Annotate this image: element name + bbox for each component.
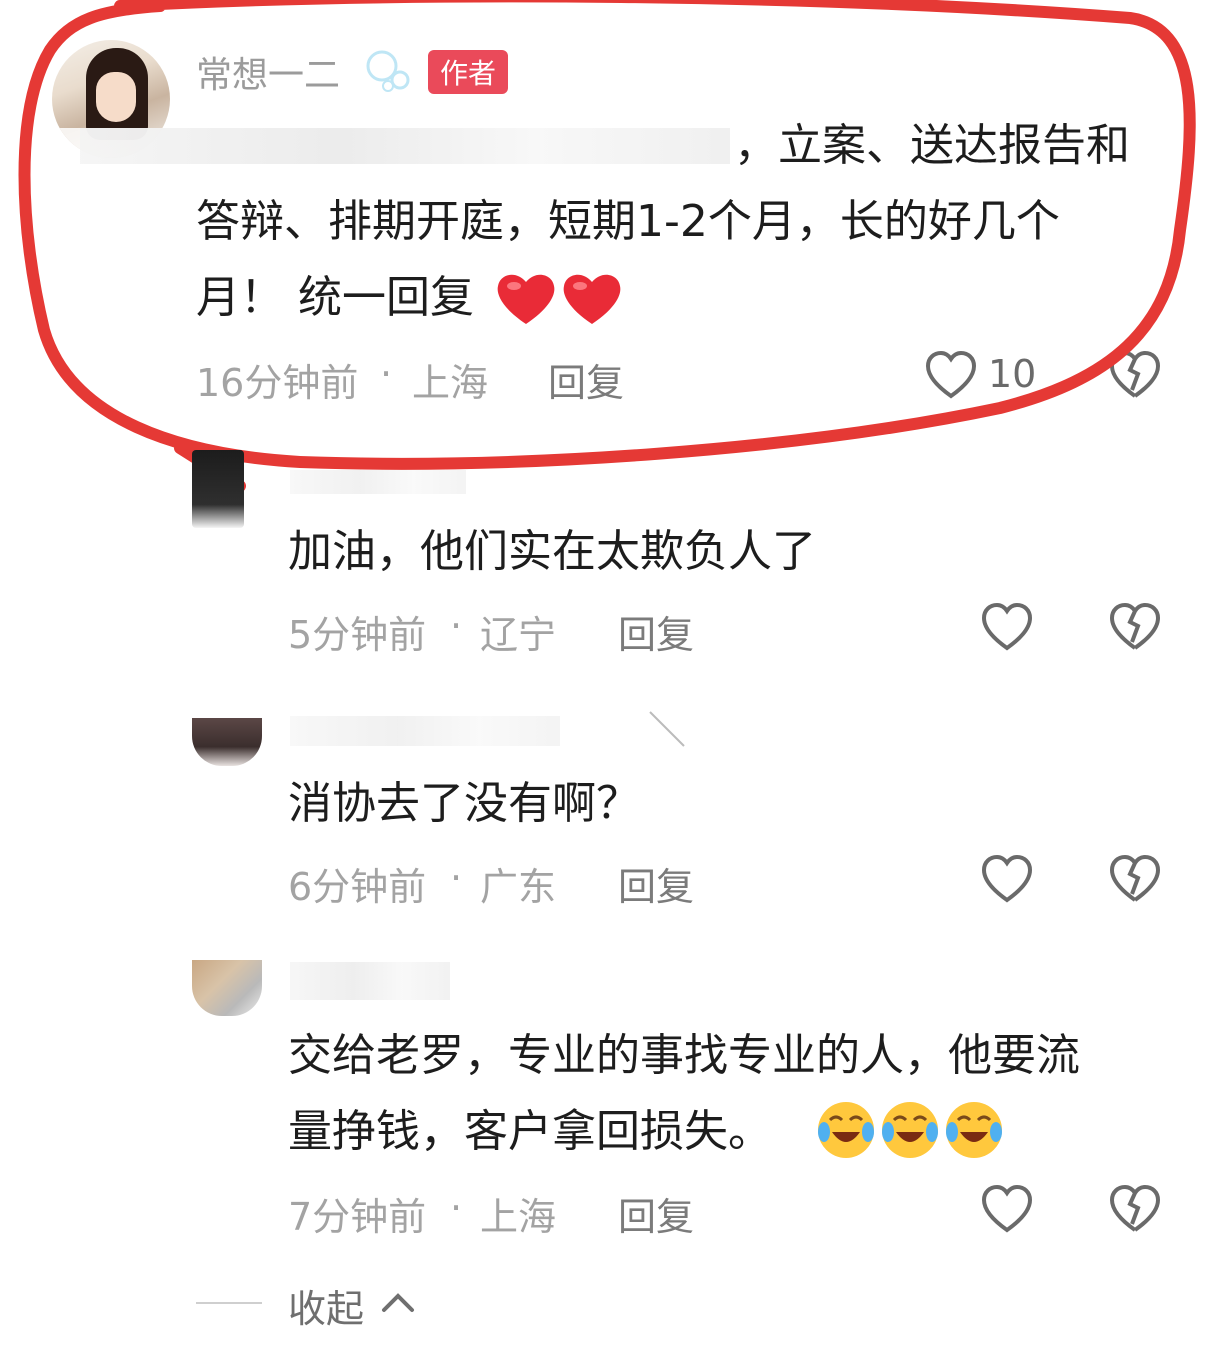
redacted-username (290, 470, 466, 494)
like-icon[interactable] (980, 1184, 1034, 1238)
reply-time: 6分钟前 (288, 865, 427, 909)
meta-separator: · (450, 856, 463, 900)
dislike-icon[interactable] (1108, 1184, 1162, 1238)
reply-location: 上海 (480, 1195, 557, 1239)
redacted-username (290, 962, 450, 1000)
reply-button[interactable]: 回复 (618, 604, 694, 659)
like-icon[interactable] (980, 854, 1034, 908)
annotation-circle (18, 0, 1196, 492)
chevron-up-icon[interactable] (380, 1286, 416, 1320)
reply-content: 消协去了没有啊？ (288, 778, 640, 829)
reply-content: 加油，他们实在太欺负人了 (288, 526, 816, 577)
reply-location: 广东 (480, 865, 557, 909)
divider-line (196, 1302, 262, 1304)
meta-separator: · (450, 1186, 463, 1230)
reply-location: 辽宁 (480, 613, 557, 657)
reply-button[interactable]: 回复 (618, 1186, 694, 1241)
reply-avatar[interactable] (192, 718, 262, 766)
crying-laughing-emoji (814, 1098, 1010, 1166)
reply-button[interactable]: 回复 (618, 856, 694, 911)
reply-content-line2: 量挣钱，客户拿回损失。 (288, 1106, 772, 1157)
reply-content-line1: 交给老罗，专业的事找专业的人，他要流 (288, 1030, 1080, 1081)
dislike-icon[interactable] (1108, 602, 1162, 656)
reply-time: 5分钟前 (288, 613, 427, 657)
dislike-icon[interactable] (1108, 854, 1162, 908)
reply-avatar[interactable] (192, 960, 262, 1016)
reply-time: 7分钟前 (288, 1195, 427, 1239)
like-icon[interactable] (980, 602, 1034, 656)
reply-avatar[interactable] (192, 450, 244, 528)
slash-mark (648, 710, 688, 754)
meta-separator: · (450, 604, 463, 648)
redacted-username (290, 716, 560, 746)
collapse-button[interactable]: 收起 (288, 1278, 364, 1333)
